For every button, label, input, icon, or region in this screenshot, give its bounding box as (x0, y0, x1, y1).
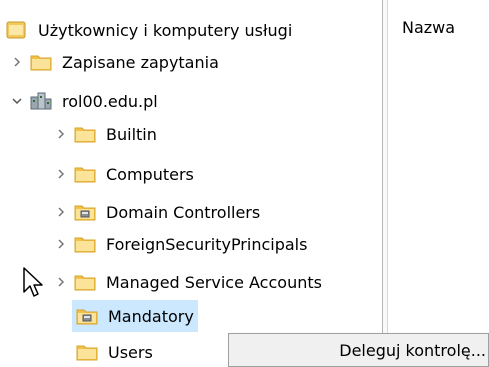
tree-node-domain-controllers[interactable]: Domain Controllers (54, 196, 260, 228)
column-header-name[interactable]: Nazwa (402, 18, 455, 37)
context-menu: Deleguj kontrolę... (228, 333, 489, 367)
tree-label: rol00.edu.pl (62, 91, 158, 111)
tree-label: Zapisane zapytania (62, 52, 219, 72)
console-tree: Użytkownicy i komputery usługi Zapisane … (0, 0, 382, 367)
folder-icon (76, 343, 98, 361)
tree-node-computers[interactable]: Computers (54, 158, 194, 190)
tree-label: Managed Service Accounts (106, 272, 322, 292)
chevron-right-icon[interactable] (10, 55, 24, 69)
snapin-icon (6, 21, 28, 39)
folder-icon (74, 273, 96, 291)
folder-icon (30, 53, 52, 71)
tree-node-domain[interactable]: rol00.edu.pl (10, 85, 158, 117)
tree-node-saved-queries[interactable]: Zapisane zapytania (10, 46, 219, 78)
tree-label: Mandatory (108, 306, 194, 326)
mouse-cursor-icon (23, 267, 43, 297)
folder-icon (74, 165, 96, 183)
tree-node-foreign-security-principals[interactable]: ForeignSecurityPrincipals (54, 228, 307, 260)
folder-icon (74, 125, 96, 143)
folder-icon (74, 235, 96, 253)
menu-item-delegate-control[interactable]: Deleguj kontrolę... (279, 341, 488, 360)
domain-icon (30, 92, 52, 110)
ou-folder-icon (74, 203, 96, 221)
tree-label: Computers (106, 164, 194, 184)
tree-label: Builtin (106, 124, 157, 144)
tree-root-node[interactable]: Użytkownicy i komputery usługi (6, 14, 292, 46)
details-pane: Nazwa (388, 0, 489, 367)
chevron-right-icon[interactable] (54, 127, 68, 141)
tree-node-builtin[interactable]: Builtin (54, 118, 157, 150)
chevron-right-icon[interactable] (54, 205, 68, 219)
chevron-right-icon[interactable] (54, 237, 68, 251)
tree-node-mandatory[interactable]: Mandatory (72, 300, 198, 332)
chevron-down-icon[interactable] (10, 94, 24, 108)
ou-folder-icon (76, 307, 98, 325)
chevron-right-icon[interactable] (54, 167, 68, 181)
tree-label: Users (108, 342, 153, 362)
tree-label: ForeignSecurityPrincipals (106, 234, 308, 254)
tree-root-label: Użytkownicy i komputery usługi (38, 20, 293, 40)
tree-label: Domain Controllers (106, 202, 261, 222)
chevron-right-icon[interactable] (54, 275, 68, 289)
tree-node-managed-service-accounts[interactable]: Managed Service Accounts (54, 266, 322, 298)
tree-node-users[interactable]: Users (76, 336, 153, 367)
